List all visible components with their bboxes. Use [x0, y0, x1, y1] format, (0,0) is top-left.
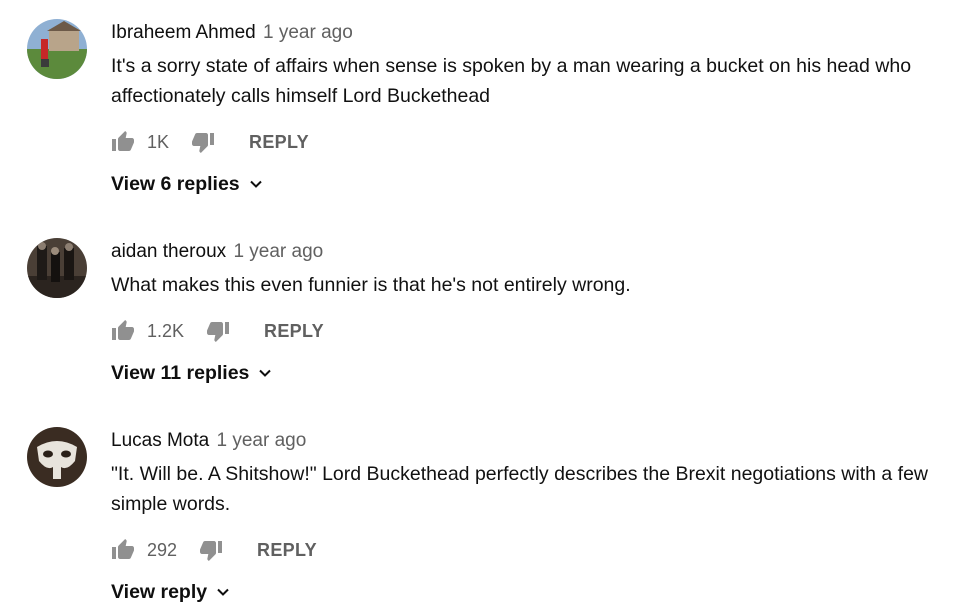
- like-count: 1K: [147, 131, 170, 152]
- comment-header: Ibraheem Ahmed 1 year ago: [111, 21, 944, 45]
- view-replies-button[interactable]: View reply: [111, 578, 231, 606]
- timestamp[interactable]: 1 year ago: [217, 430, 307, 451]
- thumb-up-icon[interactable]: [111, 538, 135, 562]
- like-count: 1.2K: [147, 320, 185, 341]
- comment-actions: 1K REPLY: [111, 127, 309, 157]
- author-name[interactable]: aidan theroux: [111, 241, 226, 262]
- avatar[interactable]: [27, 238, 87, 298]
- thumb-down-icon[interactable]: [206, 319, 230, 343]
- avatar[interactable]: [27, 19, 87, 79]
- chevron-down-icon: [248, 176, 264, 192]
- chevron-down-icon: [215, 584, 231, 600]
- view-replies-label: View reply: [111, 580, 208, 603]
- comment-actions: 1.2K REPLY: [111, 316, 324, 346]
- view-replies-label: View 6 replies: [111, 172, 240, 195]
- author-name[interactable]: Lucas Mota: [111, 430, 209, 451]
- comment-text: What makes this even funnier is that he'…: [111, 274, 631, 296]
- view-replies-label: View 11 replies: [111, 361, 250, 384]
- comment-header: Lucas Mota 1 year ago: [111, 429, 944, 453]
- thumb-up-icon[interactable]: [111, 319, 135, 343]
- avatar[interactable]: [27, 427, 87, 487]
- comment-actions: 292 REPLY: [111, 535, 317, 565]
- reply-button[interactable]: REPLY: [249, 132, 309, 153]
- chevron-down-icon: [257, 365, 273, 381]
- thumb-up-icon[interactable]: [111, 130, 135, 154]
- timestamp[interactable]: 1 year ago: [263, 22, 353, 43]
- view-replies-button[interactable]: View 6 replies: [111, 170, 264, 198]
- view-replies-button[interactable]: View 11 replies: [111, 359, 273, 387]
- author-name[interactable]: Ibraheem Ahmed: [111, 22, 256, 43]
- comment-header: aidan theroux 1 year ago: [111, 240, 944, 264]
- thumb-down-icon[interactable]: [199, 538, 223, 562]
- timestamp[interactable]: 1 year ago: [233, 241, 323, 262]
- reply-button[interactable]: REPLY: [257, 540, 317, 561]
- comment-text: It's a sorry state of affairs when sense…: [111, 55, 912, 107]
- like-count: 292: [147, 539, 178, 560]
- comment-text: "It. Will be. A Shitshow!" Lord Buckethe…: [111, 463, 929, 515]
- reply-button[interactable]: REPLY: [264, 321, 324, 342]
- thumb-down-icon[interactable]: [191, 130, 215, 154]
